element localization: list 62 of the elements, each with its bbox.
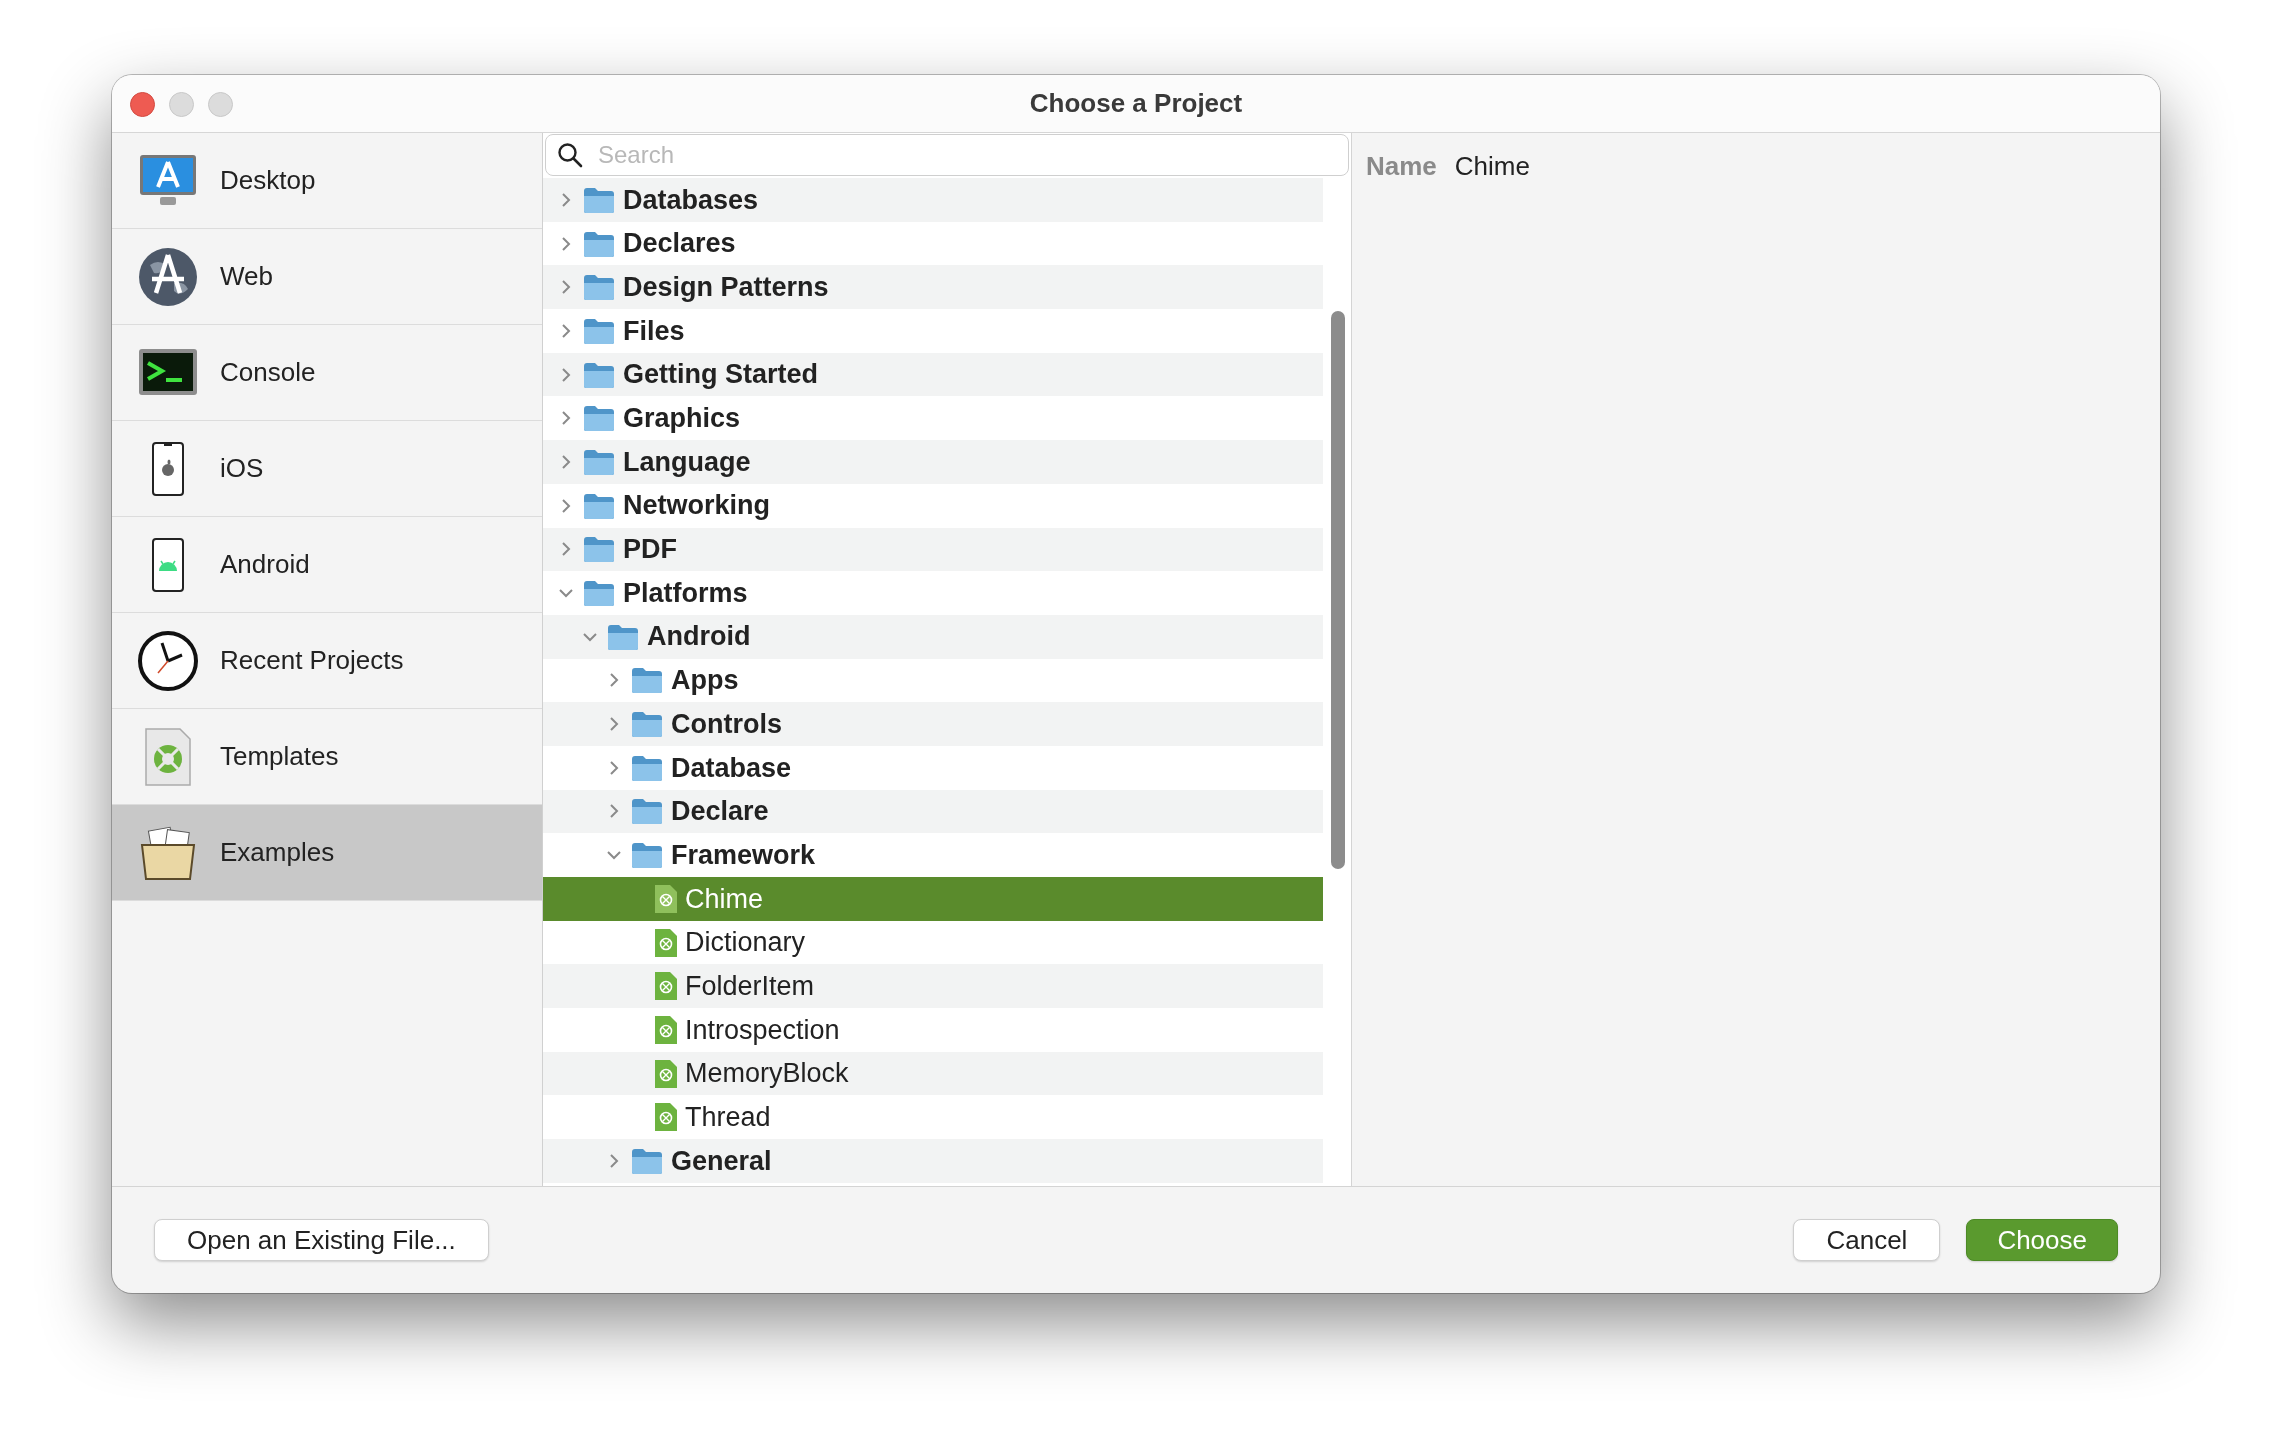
file-row[interactable]: Dictionary <box>543 920 1323 965</box>
sidebar-item[interactable]: Examples <box>112 805 542 901</box>
file-icon <box>655 884 677 913</box>
folder-icon <box>631 797 663 826</box>
folder-row[interactable]: Apps <box>543 658 1323 703</box>
folder-row[interactable]: Databases <box>543 178 1323 222</box>
sidebar-item[interactable]: Android <box>112 517 542 613</box>
folder-icon <box>583 229 615 258</box>
file-icon <box>655 1015 677 1044</box>
folder-icon <box>631 1146 663 1175</box>
name-label: Name <box>1366 150 1437 183</box>
file-row[interactable]: Introspection <box>543 1008 1323 1052</box>
file-row[interactable]: Thread <box>543 1095 1323 1140</box>
file-row[interactable]: Chime <box>543 877 1323 921</box>
folder-row[interactable]: Android <box>543 614 1323 659</box>
file-icon <box>655 1103 677 1132</box>
folder-row[interactable]: Getting Started <box>543 352 1323 397</box>
file-icon <box>655 1059 677 1088</box>
folder-row[interactable]: Controls <box>543 702 1323 746</box>
footer-button[interactable]: Cancel <box>1793 1219 1941 1261</box>
window-title: Choose a Project <box>1029 87 1243 120</box>
folder-row[interactable]: Platforms <box>543 571 1323 615</box>
folder-row[interactable]: Declare <box>543 789 1323 834</box>
folder-row[interactable]: Networking <box>543 483 1323 528</box>
sidebar-item[interactable]: Desktop <box>112 133 542 229</box>
folder-icon <box>631 753 663 782</box>
name-value: Chime <box>1454 150 1530 183</box>
folder-icon <box>583 273 615 302</box>
folder-icon <box>583 185 615 214</box>
close-button[interactable] <box>130 92 155 117</box>
file-icon <box>655 928 677 957</box>
folder-row[interactable]: Language <box>543 440 1323 484</box>
folder-icon <box>583 535 615 564</box>
file-icon <box>655 972 677 1001</box>
clock-icon <box>136 628 200 693</box>
folder-row[interactable]: Declares <box>543 221 1323 266</box>
folder-row[interactable]: PDF <box>543 527 1323 572</box>
sidebar-item[interactable]: Recent Projects <box>112 613 542 709</box>
folder-icon <box>631 710 663 739</box>
folder-row[interactable]: Graphics <box>543 396 1323 441</box>
sidebar-item[interactable]: Web <box>112 229 542 325</box>
file-row[interactable]: MemoryBlock <box>543 1051 1323 1096</box>
search-field[interactable]: Search <box>545 134 1349 176</box>
file-row[interactable]: FolderItem <box>543 964 1323 1009</box>
sidebar-item[interactable]: Console <box>112 325 542 421</box>
folder-row[interactable]: General <box>543 1139 1323 1183</box>
folder-icon <box>631 841 663 870</box>
folder-icon <box>583 404 615 433</box>
sidebar-item[interactable]: iOS <box>112 421 542 517</box>
folder-icon <box>583 316 615 345</box>
footer-button[interactable]: Open an Existing File... <box>154 1219 489 1261</box>
folder-icon <box>631 666 663 695</box>
folder-row[interactable]: Design Patterns <box>543 265 1323 310</box>
folder-icon <box>583 360 615 389</box>
folder-icon <box>583 579 615 608</box>
folder-icon <box>583 491 615 520</box>
folder-row[interactable]: Framework <box>543 833 1323 877</box>
folder-row[interactable]: Database <box>543 745 1323 790</box>
folder-icon <box>607 622 639 651</box>
folder-row[interactable]: Files <box>543 309 1323 353</box>
scrollbar-thumb[interactable] <box>1331 311 1345 869</box>
folder-icon <box>583 447 615 476</box>
